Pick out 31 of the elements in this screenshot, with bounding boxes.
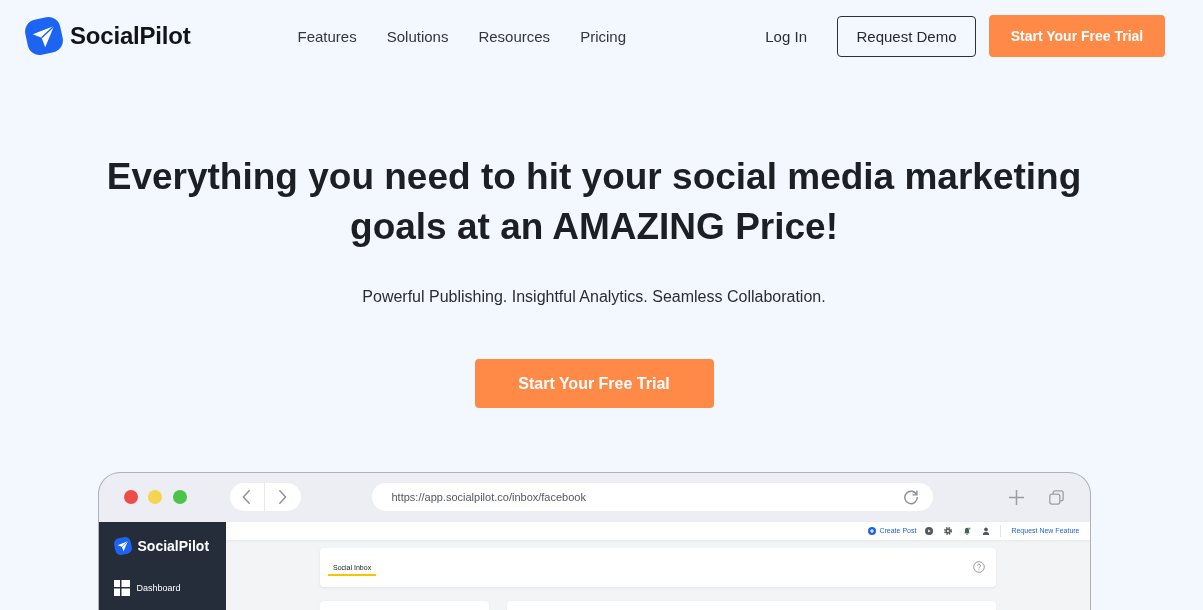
sidebar-item[interactable]: Dashboard: [113, 579, 181, 596]
nav-link[interactable]: Pricing: [580, 27, 626, 45]
logo-icon[interactable]: [25, 17, 63, 55]
maximize-dot-icon[interactable]: [172, 490, 187, 505]
chevron-right-icon: [278, 489, 288, 506]
close-dot-icon[interactable]: [123, 490, 138, 505]
bell-icon[interactable]: [963, 526, 972, 535]
nav-link[interactable]: Features: [297, 27, 357, 45]
login-link[interactable]: Log In: [765, 27, 807, 45]
forward-button[interactable]: [265, 483, 301, 512]
nav-link[interactable]: Resources: [478, 27, 551, 45]
headline: Everything you need to hit your social media marketing goals at an AMAZING Price!: [105, 155, 1083, 249]
tabs-icon[interactable]: [1048, 489, 1064, 505]
minimize-dot-icon[interactable]: [148, 490, 162, 505]
settings-icon[interactable]: [944, 526, 953, 535]
logo-text: SocialPilot: [137, 537, 210, 554]
address-bar[interactable]: https://app.socialpilot.co/inbox/facebook: [371, 483, 933, 512]
plus-icon[interactable]: [1007, 488, 1025, 506]
plus-circle-icon: [868, 526, 877, 535]
demo-button[interactable]: Request Demo: [837, 15, 976, 57]
back-button[interactable]: [229, 483, 265, 512]
logo-icon: [113, 536, 132, 555]
help-icon[interactable]: [972, 561, 985, 573]
nav-link[interactable]: Solutions: [386, 27, 449, 45]
reload-icon[interactable]: [902, 489, 919, 506]
chevron-left-icon: [242, 489, 252, 506]
dashboard-icon: [113, 579, 130, 596]
play-icon[interactable]: [925, 526, 934, 535]
logo-text[interactable]: SocialPilot: [70, 22, 191, 50]
user-icon[interactable]: [982, 526, 991, 535]
subtitle: Powerful Publishing. Insightful Analytics. Seamless Collaboration.: [361, 287, 827, 307]
